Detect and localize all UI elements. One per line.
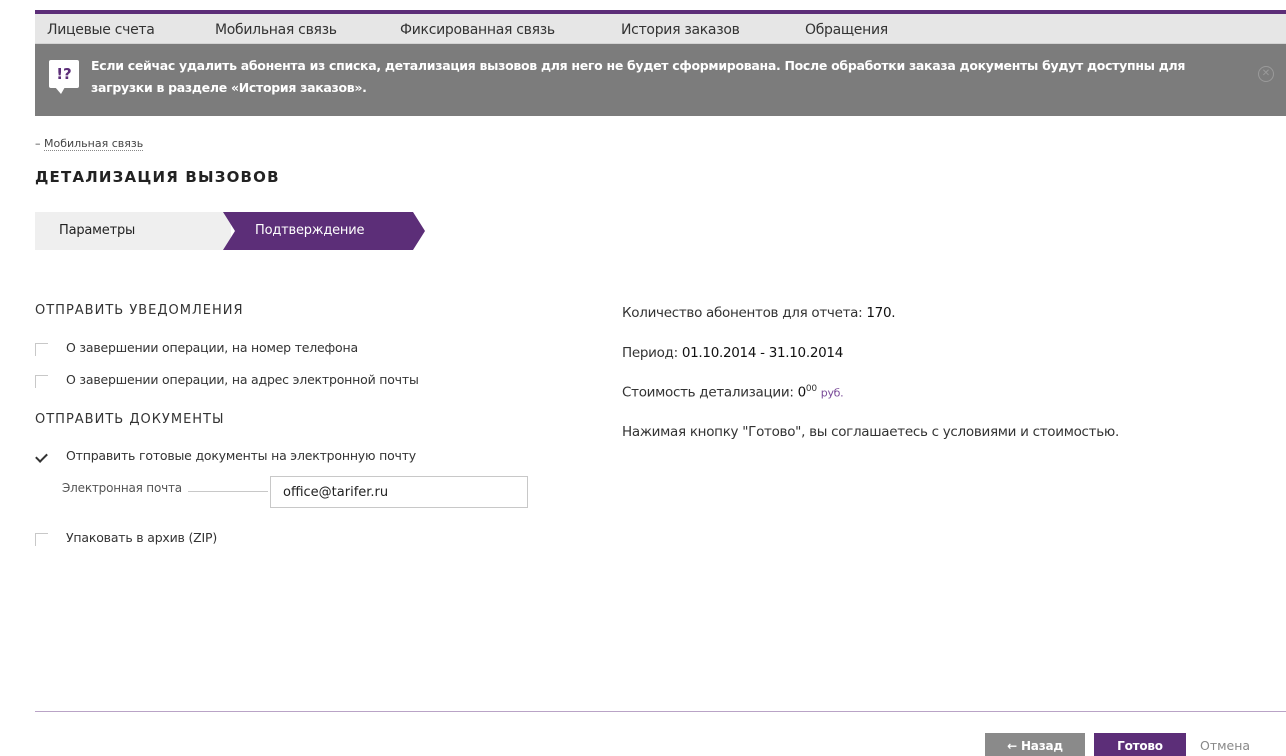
notify-email-label: О завершении операции, на адрес электрон…: [66, 372, 419, 387]
done-button[interactable]: Готово: [1094, 733, 1186, 756]
nav-item-mobile[interactable]: Мобильная связь: [215, 22, 337, 38]
zip-label: Упаковать в архив (ZIP): [66, 530, 218, 545]
cost-value: 0: [797, 384, 807, 401]
email-label-leader: [188, 491, 268, 492]
agreement-text: Нажимая кнопку "Готово", вы соглашаетесь…: [622, 424, 1119, 440]
top-navigation: Лицевые счета Мобильная связь Фиксирован…: [35, 14, 1286, 44]
zip-checkbox[interactable]: [35, 533, 48, 546]
close-icon[interactable]: ✕: [1258, 66, 1274, 82]
nav-item-requests[interactable]: Обращения: [805, 22, 888, 38]
cost: Стоимость детализации: 000 руб.: [622, 384, 844, 401]
cost-cents: 00: [805, 384, 817, 394]
step-confirmation[interactable]: Подтверждение: [223, 212, 425, 250]
notify-phone-checkbox[interactable]: [35, 343, 48, 356]
alert-text: Если сейчас удалить абонента из списка, …: [91, 58, 1186, 95]
step-parameters[interactable]: Параметры: [35, 212, 231, 250]
documents-section-title: ОТПРАВИТЬ ДОКУМЕНТЫ: [35, 412, 225, 427]
cancel-button[interactable]: Отмена: [1200, 733, 1250, 756]
nav-item-order-history[interactable]: История заказов: [621, 22, 740, 38]
question-exclamation-icon: !?: [49, 60, 79, 94]
period-label: Период:: [622, 345, 678, 361]
nav-item-accounts[interactable]: Лицевые счета: [47, 22, 155, 38]
subscriber-count-value: 170.: [866, 305, 896, 321]
notify-email-checkbox[interactable]: [35, 375, 48, 388]
nav-item-fixed[interactable]: Фиксированная связь: [400, 22, 555, 38]
cost-label: Стоимость детализации:: [622, 384, 794, 401]
info-alert: !? Если сейчас удалить абонента из списк…: [35, 44, 1286, 116]
subscriber-count-label: Количество абонентов для отчета:: [622, 305, 863, 321]
breadcrumb-link[interactable]: Мобильная связь: [44, 137, 144, 151]
period: Период: 01.10.2014 - 31.10.2014: [622, 345, 843, 361]
breadcrumb[interactable]: – Мобильная связь: [35, 137, 144, 151]
back-dash: –: [35, 137, 41, 150]
send-documents-label: Отправить готовые документы на электронн…: [66, 448, 416, 463]
email-field-label: Электронная почта: [62, 481, 182, 495]
email-field[interactable]: [270, 476, 528, 508]
cost-currency: руб.: [820, 386, 844, 400]
notifications-section-title: ОТПРАВИТЬ УВЕДОМЛЕНИЯ: [35, 303, 244, 318]
footer-divider: [35, 711, 1286, 712]
send-documents-checkbox[interactable]: [35, 451, 48, 464]
back-button[interactable]: ← Назад: [985, 733, 1085, 756]
page-title: ДЕТАЛИЗАЦИЯ ВЫЗОВОВ: [35, 168, 280, 186]
notify-phone-label: О завершении операции, на номер телефона: [66, 340, 358, 355]
subscriber-count: Количество абонентов для отчета: 170.: [622, 305, 896, 321]
period-value: 01.10.2014 - 31.10.2014: [681, 345, 843, 361]
